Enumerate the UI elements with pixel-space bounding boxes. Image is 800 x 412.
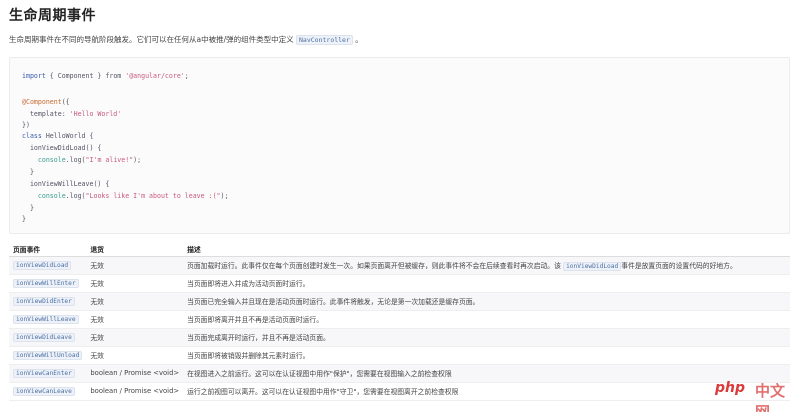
code-token: ionViewDidLoad() {: [22, 144, 102, 152]
table-row: ionViewWillLeave 无效 当页面即将离开并且不再是活动页面时运行。: [9, 310, 790, 329]
code-token: .log(: [65, 156, 86, 164]
code-token: import: [22, 72, 46, 80]
intro-text: 生命周期事件在不同的导航阶段触发。它们可以在任何从a中被推/弹的组件类型中定义: [9, 35, 294, 44]
table-row: ionViewWillEnter 无效 当页面即将进入并成为活动页面时运行。: [9, 274, 790, 293]
code-token: }: [22, 204, 34, 212]
code-line: ionViewWillLeave() {: [22, 180, 109, 188]
code-block: import { Component } from '@angular/core…: [9, 57, 790, 234]
table-row: ionViewDidLeave 无效 当页面完成离开时运行，并且不再是活动页面。: [9, 328, 790, 347]
event-name: ionViewCanEnter: [13, 369, 75, 378]
code-token: { Component } from: [45, 72, 126, 80]
event-name: ionViewWillEnter: [13, 279, 79, 288]
code-token: }: [22, 215, 26, 223]
code-line: class HelloWorld {: [22, 132, 93, 140]
code-line: @Component({: [22, 98, 70, 106]
description-text: 页面加载时运行。此事件仅在每个页面创建时发生一次。如果页面离开但被缓存，则此事件…: [187, 262, 561, 270]
code-token: console: [22, 192, 66, 200]
code-token: }): [22, 121, 30, 129]
intro-end: 。: [355, 35, 363, 44]
code-token: template:: [22, 110, 70, 118]
site-watermark-logo: php 中文网: [715, 376, 795, 412]
code-line: import { Component } from '@angular/core…: [22, 72, 189, 80]
code-token: ({: [61, 98, 70, 106]
code-token: );: [220, 192, 229, 200]
header-return: 退货: [86, 242, 184, 257]
header-page-event: 页面事件: [9, 242, 87, 257]
code-token: ;: [184, 72, 189, 80]
watermark-brand: php: [715, 380, 746, 396]
return-type: boolean / Promise <void>: [86, 364, 184, 383]
event-name: ionViewWillUnload: [13, 351, 83, 360]
code-token: .log(: [65, 192, 86, 200]
code-line: template: 'Hello World': [22, 110, 121, 118]
code-token: @Component: [22, 98, 62, 106]
lifecycle-events-table: 页面事件 退货 描述 ionViewDidLoad 无效 页面加载时运行。此事件…: [9, 242, 790, 401]
code-token: "Looks like I'm about to leave :(": [85, 192, 221, 200]
return-type: 无效: [86, 274, 184, 293]
code-token: );: [133, 156, 142, 164]
description-code: ionViewDidLoad: [563, 262, 622, 271]
event-description: 页面加载时运行。此事件仅在每个页面创建时发生一次。如果页面离开但被缓存，则此事件…: [183, 256, 790, 275]
table-row: ionViewWillUnload 无效 当页面即将被销毁并删除其元素时运行。: [9, 346, 790, 365]
code-line: console.log("Looks like I'm about to lea…: [22, 192, 229, 200]
return-type: 无效: [86, 310, 184, 329]
code-token: }: [22, 168, 34, 176]
table-row: ionViewCanLeave boolean / Promise <void>…: [9, 382, 790, 401]
event-name: ionViewWillLeave: [13, 315, 79, 324]
page-title: 生命周期事件: [9, 8, 96, 24]
description-end: 事件是放置页面的设置代码的好地方。: [621, 262, 737, 270]
event-name: ionViewDidLeave: [13, 333, 75, 342]
table-row: ionViewDidLoad 无效 页面加载时运行。此事件仅在每个页面创建时发生…: [9, 256, 790, 275]
table-row: ionViewCanEnter boolean / Promise <void>…: [9, 364, 790, 383]
code-token: class: [22, 132, 42, 140]
code-token: "I'm alive!": [85, 156, 134, 164]
header-description: 描述: [183, 242, 790, 257]
code-token: ionViewWillLeave() {: [22, 180, 110, 188]
event-description: 运行之前视图可以离开。这可以在认证视图中用作"守卫"，您需要在视图离开之前检查权…: [183, 382, 790, 401]
event-description: 当页面即将离开并且不再是活动页面时运行。: [183, 310, 790, 329]
event-description: 当页面即将被销毁并删除其元素时运行。: [183, 346, 790, 365]
watermark-suffix: 中文网: [755, 382, 786, 412]
code-token: console: [22, 156, 66, 164]
return-type: 无效: [86, 346, 184, 365]
event-name: ionViewCanLeave: [13, 387, 75, 396]
event-description: 当页面即将进入并成为活动页面时运行。: [183, 274, 790, 293]
return-type: boolean / Promise <void>: [86, 382, 184, 401]
code-line: console.log("I'm alive!");: [22, 156, 141, 164]
code-line: }): [22, 121, 30, 129]
code-line: }: [22, 215, 26, 223]
event-name: ionViewDidEnter: [13, 297, 75, 306]
code-line: ionViewDidLoad() {: [22, 144, 101, 152]
intro-code-navcontroller: NavController: [296, 35, 353, 45]
intro-paragraph: 生命周期事件在不同的导航阶段触发。它们可以在任何从a中被推/弹的组件类型中定义 …: [9, 34, 363, 45]
code-line: }: [22, 204, 34, 212]
code-token: HelloWorld {: [41, 132, 94, 140]
code-token: 'Hello World': [69, 110, 122, 118]
event-description: 在视图进入之前运行。这可以在认证视图中用作"保护"，您需要在视图输入之前检查权限: [183, 364, 790, 383]
return-type: 无效: [86, 328, 184, 347]
return-type: 无效: [86, 256, 184, 275]
return-type: 无效: [86, 292, 184, 311]
event-name: ionViewDidLoad: [13, 261, 72, 270]
code-line: }: [22, 168, 34, 176]
table-row: ionViewDidEnter 无效 当页面已完全输入并且现在是活动页面时运行。…: [9, 292, 790, 311]
table-header-row: 页面事件 退货 描述: [9, 242, 790, 257]
code-token: '@angular/core': [125, 72, 185, 80]
event-description: 当页面完成离开时运行，并且不再是活动页面。: [183, 328, 790, 347]
event-description: 当页面已完全输入并且现在是活动页面时运行。此事件将触发，无论是第一次加载还是缓存…: [183, 292, 790, 311]
